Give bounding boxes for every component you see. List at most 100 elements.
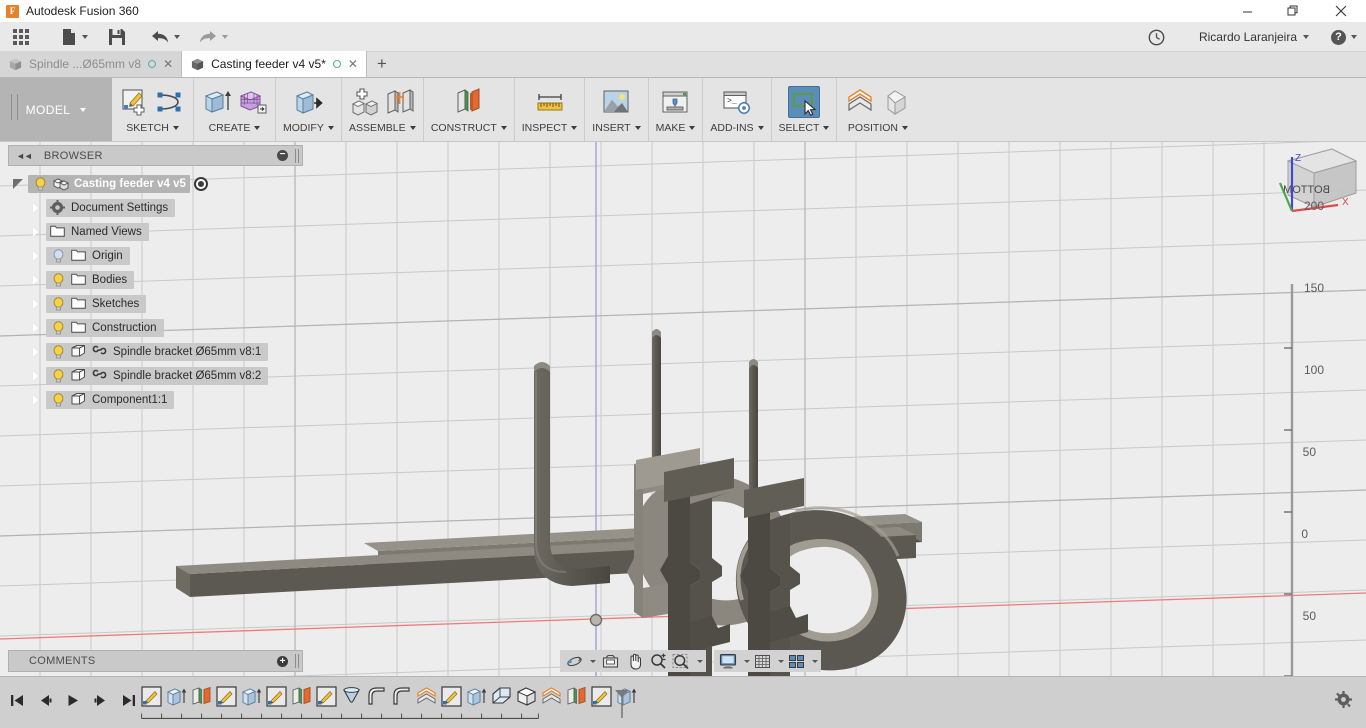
timeline-feature-sketch[interactable]: [215, 685, 238, 708]
ribbon-group-label[interactable]: ASSEMBLE: [349, 122, 416, 134]
timeline-feature-sketch[interactable]: [140, 685, 163, 708]
timeline-feature-sketch[interactable]: [590, 685, 613, 708]
3d-print-icon[interactable]: [659, 86, 691, 118]
timeline-feature-align[interactable]: [415, 685, 438, 708]
lightbulb-on-icon[interactable]: [50, 297, 66, 311]
node-chip[interactable]: Spindle bracket Ø65mm v8:2: [46, 367, 269, 385]
timeline-feature-plane[interactable]: [290, 685, 313, 708]
close-icon[interactable]: [1316, 0, 1366, 22]
tree-node-root[interactable]: Casting feeder v4 v5: [8, 172, 308, 196]
spline-icon[interactable]: [154, 86, 186, 118]
view-cube[interactable]: BOTTOM Z X: [1270, 142, 1366, 229]
timeline-feature-extrude[interactable]: [465, 685, 488, 708]
activate-radio-icon[interactable]: [193, 177, 208, 191]
ribbon-group-label[interactable]: MAKE: [656, 122, 696, 134]
document-tab-spindle[interactable]: Spindle ...Ø65mm v8 ✕: [0, 51, 183, 77]
pan-hand-icon[interactable]: [624, 651, 646, 671]
new-component-icon[interactable]: [349, 86, 381, 118]
extrude-icon[interactable]: [201, 86, 233, 118]
panel-grip[interactable]: [295, 654, 299, 668]
expand-arrow-icon[interactable]: [26, 250, 46, 261]
select-window-icon[interactable]: [787, 86, 820, 118]
minimize-icon[interactable]: [1224, 0, 1270, 22]
lightbulb-on-icon[interactable]: [50, 345, 66, 359]
node-chip[interactable]: Document Settings: [46, 199, 176, 217]
joint-icon[interactable]: [384, 86, 416, 118]
fit-icon[interactable]: [670, 651, 692, 671]
timeline-feature-extrude[interactable]: [240, 685, 263, 708]
lightbulb-on-icon[interactable]: [50, 273, 66, 287]
fit-caret-icon[interactable]: [697, 659, 703, 663]
timeline-feature-chamfer[interactable]: [490, 685, 513, 708]
minimize-panel-icon[interactable]: −: [277, 150, 288, 161]
tree-node-construction[interactable]: Construction: [8, 316, 308, 340]
create-sketch-icon[interactable]: [119, 86, 151, 118]
step-forward-icon[interactable]: [90, 689, 112, 711]
align-icon[interactable]: [844, 86, 876, 118]
mesh-create-icon[interactable]: [236, 86, 268, 118]
timeline-feature-fillet[interactable]: [365, 685, 388, 708]
help-menu[interactable]: ?: [1314, 22, 1362, 52]
expand-arrow-icon[interactable]: [26, 346, 46, 357]
timeline-feature-fillet[interactable]: [390, 685, 413, 708]
tree-node-origin[interactable]: Origin: [8, 244, 308, 268]
ribbon-group-label[interactable]: CONSTRUCT: [431, 122, 507, 134]
orbit-icon[interactable]: [563, 651, 585, 671]
node-chip[interactable]: Spindle bracket Ø65mm v8:1: [46, 343, 269, 361]
grid-caret-icon[interactable]: [778, 659, 784, 663]
clock-history-icon[interactable]: [1143, 22, 1170, 52]
lightbulb-on-icon[interactable]: [50, 393, 66, 407]
zoom-icon[interactable]: [647, 651, 669, 671]
insert-image-icon[interactable]: [600, 86, 632, 118]
workspace-switcher[interactable]: MODEL: [0, 78, 112, 141]
app-grid-icon[interactable]: [0, 22, 34, 52]
go-to-end-icon[interactable]: [118, 689, 140, 711]
timeline-feature-plane[interactable]: [190, 685, 213, 708]
collapse-left-icon[interactable]: ◄◄: [16, 151, 33, 161]
go-to-beginning-icon[interactable]: [6, 689, 28, 711]
panel-grip[interactable]: [295, 149, 299, 163]
viewports-caret-icon[interactable]: [812, 659, 818, 663]
lightbulb-on-icon[interactable]: [32, 177, 48, 191]
save-icon[interactable]: [103, 22, 131, 52]
offset-plane-icon[interactable]: [453, 86, 485, 118]
tree-node-spindle-bracket-1[interactable]: Spindle bracket Ø65mm v8:1: [8, 340, 308, 364]
document-tab-casting-feeder[interactable]: Casting feeder v4 v5* ✕: [182, 51, 367, 77]
expand-arrow-icon[interactable]: [26, 202, 46, 213]
expand-arrow-down-icon[interactable]: [8, 179, 28, 189]
tree-node-spindle-bracket-2[interactable]: Spindle bracket Ø65mm v8:2: [8, 364, 308, 388]
comments-panel[interactable]: COMMENTS +: [8, 650, 303, 672]
ribbon-group-label[interactable]: MODIFY: [283, 122, 334, 134]
timeline-feature-extrude[interactable]: [165, 685, 188, 708]
expand-arrow-icon[interactable]: [26, 226, 46, 237]
tree-node-component1[interactable]: Component1:1: [8, 388, 308, 412]
ribbon-group-label[interactable]: INSERT: [592, 122, 641, 134]
timeline-settings-gear-icon[interactable]: [1335, 691, 1352, 713]
timeline-marker-icon[interactable]: [614, 689, 630, 724]
lightbulb-off-icon[interactable]: [50, 249, 66, 263]
expand-arrow-icon[interactable]: [26, 370, 46, 381]
tab-close-icon[interactable]: ✕: [348, 58, 358, 70]
undo-icon[interactable]: [145, 22, 185, 52]
viewports-icon[interactable]: [785, 651, 807, 671]
timeline-feature-revolve[interactable]: [340, 685, 363, 708]
lightbulb-on-icon[interactable]: [50, 321, 66, 335]
expand-arrow-icon[interactable]: [26, 322, 46, 333]
ribbon-group-label[interactable]: INSPECT: [522, 122, 578, 134]
node-chip[interactable]: Component1:1: [46, 391, 175, 409]
tree-node-document-settings[interactable]: Document Settings: [8, 196, 308, 220]
grid-snaps-icon[interactable]: [751, 651, 773, 671]
expand-arrow-icon[interactable]: [26, 394, 46, 405]
timeline-feature-sketch[interactable]: [265, 685, 288, 708]
new-tab-button[interactable]: +: [367, 51, 397, 77]
new-document-icon[interactable]: [56, 22, 93, 52]
look-at-icon[interactable]: [597, 651, 623, 671]
display-caret-icon[interactable]: [744, 659, 750, 663]
root-chip[interactable]: Casting feeder v4 v5: [28, 175, 190, 193]
tree-node-bodies[interactable]: Bodies: [8, 268, 308, 292]
node-chip[interactable]: Origin: [46, 247, 130, 265]
add-comment-icon[interactable]: +: [277, 655, 288, 667]
tree-node-named-views[interactable]: Named Views: [8, 220, 308, 244]
press-pull-icon[interactable]: [292, 86, 324, 118]
step-back-icon[interactable]: [34, 689, 56, 711]
